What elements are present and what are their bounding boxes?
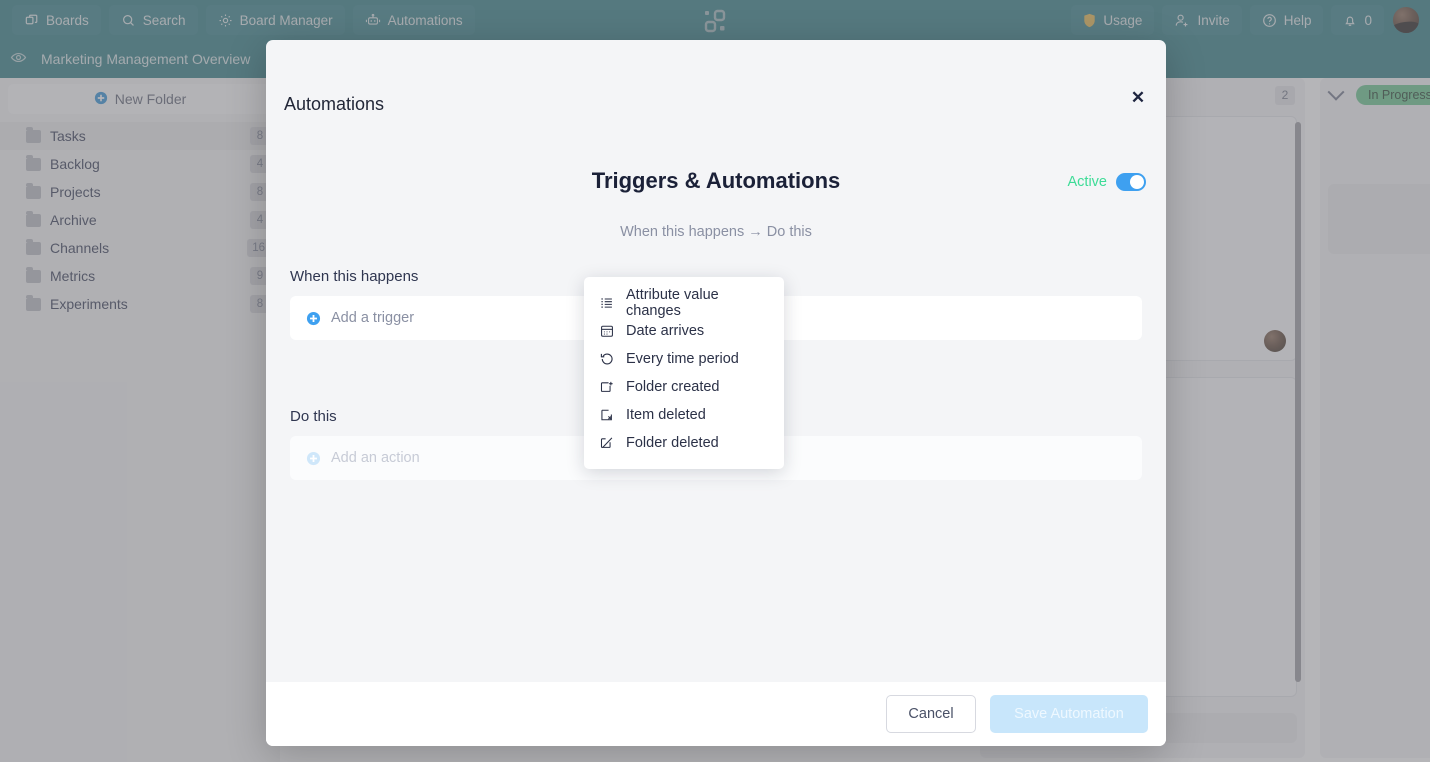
menu-item-label: Attribute value changes [626, 287, 719, 319]
add-action-placeholder: Add an action [331, 450, 420, 466]
modal-subtitle: When this happens → Do this [620, 224, 812, 240]
menu-item-folder-deleted[interactable]: Folder deleted [584, 429, 784, 457]
menu-item-label: Item deleted [626, 407, 706, 423]
plus-circle-icon [306, 451, 321, 466]
close-icon[interactable]: ✕ [1127, 86, 1149, 108]
menu-item-date-arrives[interactable]: Date arrives [584, 317, 784, 345]
active-toggle-group: Active [1067, 173, 1146, 191]
modal-title: Automations [284, 94, 385, 114]
menu-item-label: Folder deleted [626, 435, 719, 451]
trigger-options-menu: Attribute value changes Date arrives Eve… [584, 277, 784, 469]
item-delete-icon [600, 408, 614, 422]
menu-item-label: Every time period [626, 351, 739, 367]
plus-circle-icon [306, 311, 321, 326]
when-section-label: When this happens [290, 268, 419, 285]
active-label: Active [1067, 174, 1108, 190]
menu-item-every-time-period[interactable]: Every time period [584, 345, 784, 373]
menu-item-label: Date arrives [626, 323, 705, 339]
modal-footer: Cancel Save Automation [266, 682, 1166, 746]
calendar-icon [600, 324, 614, 338]
menu-item-attribute-value-changes[interactable]: Attribute value changes [584, 287, 784, 319]
history-icon [600, 352, 614, 366]
menu-item-label: Folder created [626, 379, 720, 395]
list-icon [600, 296, 614, 310]
do-section-label: Do this [290, 408, 337, 425]
modal-heading: Triggers & Automations [591, 168, 841, 193]
cancel-button[interactable]: Cancel [886, 695, 976, 733]
active-toggle[interactable] [1116, 173, 1146, 191]
folder-delete-icon [600, 436, 614, 450]
menu-item-item-deleted[interactable]: Item deleted [584, 401, 784, 429]
add-trigger-placeholder: Add a trigger [331, 310, 415, 326]
menu-item-folder-created[interactable]: Folder created [584, 373, 784, 401]
folder-plus-icon [600, 380, 614, 394]
save-automation-button: Save Automation [990, 695, 1148, 733]
